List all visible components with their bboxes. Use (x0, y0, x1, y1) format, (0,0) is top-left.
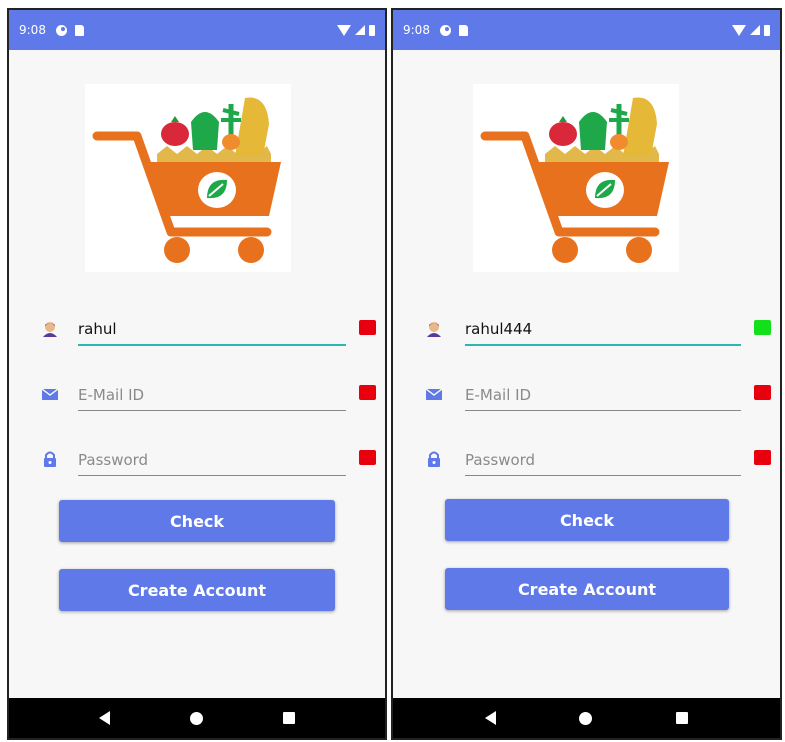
password-status-indicator (754, 450, 771, 465)
app-logo (473, 84, 679, 272)
navigation-bar (9, 698, 385, 738)
back-icon[interactable] (484, 711, 496, 725)
password-input[interactable] (78, 442, 346, 476)
status-bar: 9:08 (393, 10, 780, 50)
battery-icon (764, 24, 770, 36)
user-icon (427, 322, 441, 337)
home-icon[interactable] (190, 711, 203, 725)
lock-icon (428, 451, 440, 467)
signal-icon (355, 25, 365, 35)
email-status-indicator (754, 385, 771, 400)
user-icon (43, 322, 57, 337)
sd-card-icon (74, 24, 84, 36)
sync-icon (439, 24, 451, 36)
password-row (9, 442, 385, 482)
email-input[interactable] (78, 377, 346, 411)
recent-apps-icon[interactable] (283, 712, 295, 724)
recent-apps-icon[interactable] (676, 712, 689, 724)
email-input[interactable] (465, 377, 741, 411)
email-row (9, 377, 385, 417)
password-status-indicator (359, 450, 376, 465)
email-row (393, 377, 780, 417)
phone-screen-left: 9:08 rahul E-Mail ID Check Create Accoun… (7, 8, 387, 740)
username-input[interactable] (78, 312, 346, 346)
check-button[interactable]: Check (445, 499, 729, 541)
status-bar: 9:08 (9, 10, 385, 50)
password-row (393, 442, 780, 482)
sync-icon (55, 24, 67, 36)
username-row (9, 312, 385, 352)
app-logo (85, 84, 291, 272)
wifi-icon (337, 24, 351, 36)
status-time: 9:08 (19, 23, 46, 37)
username-status-indicator (359, 320, 376, 335)
status-icons (337, 24, 375, 36)
wifi-icon (732, 24, 746, 36)
password-input[interactable] (465, 442, 741, 476)
phone-screen-right: 9:08 rahul444 E-Mail ID Check Create Acc… (391, 8, 782, 740)
check-button[interactable]: Check (59, 500, 335, 542)
back-icon[interactable] (99, 711, 110, 725)
email-status-indicator (359, 385, 376, 400)
username-row (393, 312, 780, 352)
status-icons (732, 24, 770, 36)
home-icon[interactable] (579, 711, 593, 725)
username-status-indicator (754, 320, 771, 335)
battery-icon (369, 24, 375, 36)
signal-icon (750, 25, 760, 35)
shopping-cart-icon (92, 97, 281, 263)
sd-card-icon (458, 24, 468, 36)
lock-icon (44, 451, 56, 467)
navigation-bar (393, 698, 780, 738)
create-account-button[interactable]: Create Account (59, 569, 335, 611)
create-account-button[interactable]: Create Account (445, 568, 729, 610)
username-input[interactable] (465, 312, 741, 346)
mail-icon (41, 388, 59, 400)
status-time: 9:08 (403, 23, 430, 37)
mail-icon (425, 388, 443, 400)
shopping-cart-icon (480, 97, 669, 263)
